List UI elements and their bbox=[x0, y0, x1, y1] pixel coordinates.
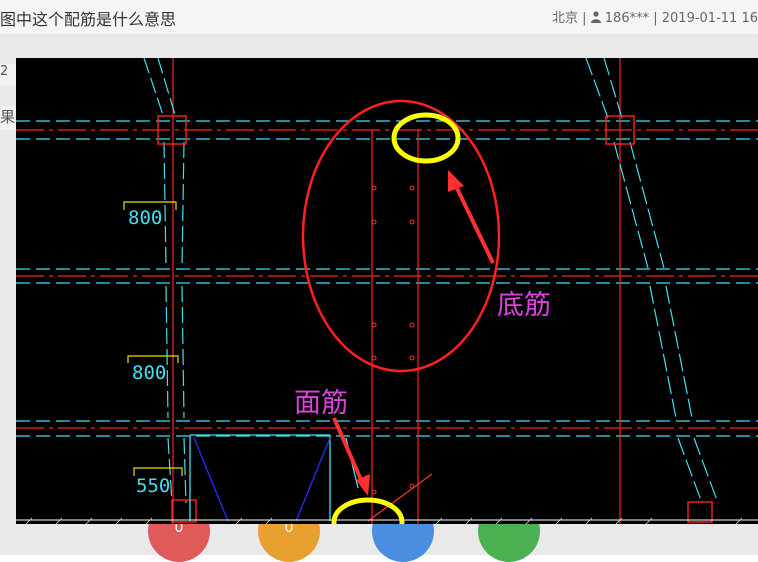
dimension-label-2: 800 bbox=[132, 362, 166, 384]
meta-separator: | bbox=[653, 11, 662, 26]
dimension-label-3: 550 bbox=[136, 475, 170, 497]
beam-lines bbox=[16, 120, 758, 437]
cad-drawing-image[interactable]: 800 800 550 底筋 面筋 bbox=[16, 58, 758, 524]
arrow-to-bottom-rebar bbox=[448, 170, 495, 264]
location-label: 北京 bbox=[551, 11, 578, 26]
highlight-circle-top bbox=[391, 112, 461, 164]
post-date: 2019-01-11 16 bbox=[661, 11, 758, 26]
question-meta: 北京 | 186*** | 2019-01-11 16 bbox=[552, 7, 758, 26]
side-fragment: 2 bbox=[0, 64, 16, 86]
ground-hatch bbox=[25, 517, 743, 524]
arrow-to-top-rebar bbox=[332, 417, 370, 496]
question-header: 图中这个配筋是什么意思 北京 | 186*** | 2019-01-11 16 bbox=[0, 0, 758, 35]
annotation-bottom-rebar: 底筋 bbox=[497, 290, 551, 321]
annotation-top-rebar: 面筋 bbox=[294, 388, 348, 419]
column-boxes bbox=[157, 115, 713, 523]
user-icon bbox=[590, 11, 601, 23]
side-fragment: 果 bbox=[0, 106, 16, 130]
axis-lines bbox=[16, 129, 758, 429]
pit-outline bbox=[16, 434, 758, 522]
question-title[interactable]: 图中这个配筋是什么意思 bbox=[0, 6, 176, 30]
dimension-label-1: 800 bbox=[128, 207, 162, 229]
rebar-dots bbox=[371, 185, 415, 495]
user-name[interactable]: 186*** bbox=[605, 11, 649, 26]
meta-separator: | bbox=[582, 11, 591, 26]
highlight-ellipse bbox=[301, 99, 501, 373]
